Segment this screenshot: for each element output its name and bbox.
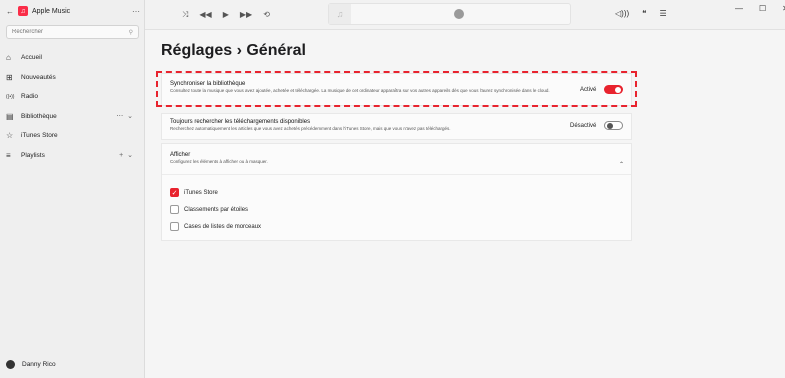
transport-controls: ⤨ ◀◀ ▶ ▶▶ ⟲ <box>182 10 270 20</box>
chevron-up-icon[interactable]: ⌃ <box>619 161 624 168</box>
shuffle-icon[interactable]: ⤨ <box>182 10 188 20</box>
setting-title: Toujours rechercher les téléchargements … <box>170 119 311 125</box>
sidebar-item-radio[interactable]: ((•)) Radio <box>6 87 140 107</box>
checkbox-song-list-boxes[interactable]: Cases de listes de morceaux <box>170 222 261 231</box>
checkbox-label: Classements par étoiles <box>184 206 249 213</box>
sidebar-item-label: Accueil <box>21 54 42 62</box>
grid-icon: ⊞ <box>6 72 13 82</box>
checkbox-star-ratings[interactable]: Classements par étoiles <box>170 205 248 214</box>
library-icon: ▤ <box>6 111 14 121</box>
checkbox-label: Cases de listes de morceaux <box>184 223 262 230</box>
music-note-icon: ♫ <box>329 4 351 24</box>
play-icon[interactable]: ▶ <box>223 10 229 20</box>
playlists-icon: ≡ <box>6 150 11 160</box>
apple-logo-icon <box>454 9 464 19</box>
sidebar-item-itunes-store[interactable]: ☆ iTunes Store <box>6 126 140 146</box>
search-field[interactable]: ⚲ <box>6 25 139 39</box>
sidebar-item-label: Nouveautés <box>21 73 56 81</box>
queue-icon[interactable]: ☰ <box>659 9 666 18</box>
app-title: Apple Music <box>32 7 71 15</box>
sidebar-item-bibliotheque[interactable]: ▤ Bibliothèque ⋯ ⌄ <box>6 107 140 127</box>
setting-check-downloads: Toujours rechercher les téléchargements … <box>161 113 632 140</box>
repeat-icon[interactable]: ⟲ <box>263 10 270 20</box>
checkbox-label: iTunes Store <box>184 189 218 196</box>
setting-description: Recherchez automatiquement les articles … <box>170 126 451 131</box>
more-options-icon[interactable]: ⋯ <box>132 7 140 16</box>
section-title: Afficher <box>170 152 191 158</box>
playlists-actions-icon[interactable]: + ⌄ <box>119 151 134 159</box>
search-icon: ⚲ <box>128 29 133 36</box>
library-actions-icon[interactable]: ⋯ ⌄ <box>116 112 134 120</box>
next-icon[interactable]: ▶▶ <box>240 10 252 20</box>
sidebar-item-playlists[interactable]: ≡ Playlists + ⌄ <box>6 146 140 166</box>
now-playing-display: ♫ <box>328 3 571 25</box>
user-name: Danny Rico <box>22 361 56 368</box>
sidebar-nav: ⌂ Accueil ⊞ Nouveautés ((•)) Radio ▤ Bib… <box>6 48 140 165</box>
player-toolbar: ⤨ ◀◀ ▶ ▶▶ ⟲ ♫ ◁))) ❝ ☰ — ☐ ✕ <box>145 0 785 30</box>
apple-music-logo-icon: ♫ <box>18 6 28 16</box>
previous-icon[interactable]: ◀◀ <box>199 10 211 20</box>
lyrics-icon[interactable]: ❝ <box>642 9 646 18</box>
sidebar-item-label: iTunes Store <box>21 132 58 140</box>
sidebar-item-label: Playlists <box>21 151 45 159</box>
search-input[interactable] <box>12 29 129 35</box>
radio-icon: ((•)) <box>6 93 15 100</box>
section-description: Configurez les éléments à afficher ou à … <box>170 159 268 164</box>
highlight-box <box>156 71 637 107</box>
checkbox-icon[interactable] <box>170 222 179 231</box>
sidebar-item-accueil[interactable]: ⌂ Accueil <box>6 48 140 68</box>
divider <box>162 174 631 175</box>
maximize-icon[interactable]: ☐ <box>759 4 766 13</box>
checkbox-checked-icon[interactable]: ✓ <box>170 188 179 197</box>
player-right-controls: ◁))) ❝ ☰ <box>615 9 667 18</box>
app-header: ← ♫ Apple Music ⋯ <box>6 4 140 18</box>
volume-icon[interactable]: ◁))) <box>615 9 629 18</box>
home-icon: ⌂ <box>6 53 11 63</box>
check-downloads-toggle[interactable] <box>604 121 623 130</box>
star-icon: ☆ <box>6 131 14 141</box>
sidebar-item-nouveautes[interactable]: ⊞ Nouveautés <box>6 68 140 88</box>
checkbox-icon[interactable] <box>170 205 179 214</box>
avatar <box>6 360 15 369</box>
back-arrow-icon[interactable]: ← <box>6 7 18 16</box>
sidebar-item-label: Bibliothèque <box>21 112 57 120</box>
page-title: Réglages › Général <box>161 42 306 59</box>
toggle-knob <box>606 123 613 129</box>
sidebar: ← ♫ Apple Music ⋯ ⚲ ⌂ Accueil ⊞ Nouveaut… <box>0 0 145 378</box>
minimize-icon[interactable]: — <box>735 4 743 13</box>
sidebar-item-label: Radio <box>21 93 38 101</box>
user-account[interactable]: Danny Rico <box>6 360 56 369</box>
setting-state: Désactivé <box>570 123 597 129</box>
checkbox-itunes-store[interactable]: ✓ iTunes Store <box>170 188 218 197</box>
window-controls: — ☐ ✕ <box>735 4 785 13</box>
